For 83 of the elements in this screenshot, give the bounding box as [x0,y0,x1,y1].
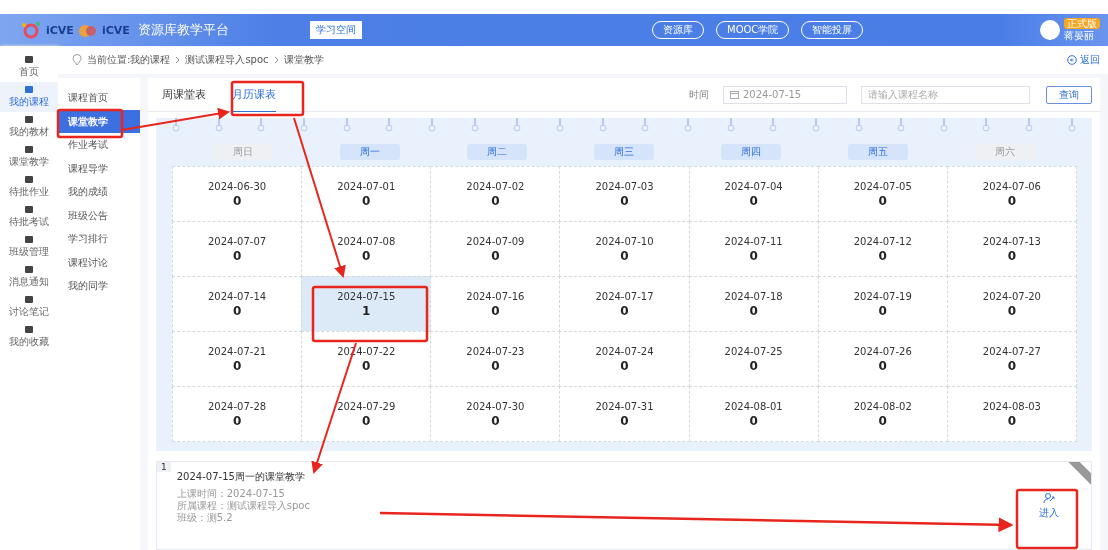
ring-icon [342,118,351,132]
highlight-box [56,108,124,139]
ring-icon [811,118,820,132]
sidebar-item[interactable]: 消息通知 [0,262,58,292]
course-menu-item[interactable]: 我的同学 [58,274,140,298]
ring-icon [427,118,436,132]
calendar-day[interactable]: 2024-06-30 0 [172,166,303,222]
ring-icon [982,118,991,132]
lesson-detail: 所属课程：测试课程导入spoc [176,500,310,512]
platform-title: 资源库教学平台 [137,21,229,39]
course-menu-item[interactable]: 学习排行 [58,227,140,251]
enter-button[interactable]: 进入 [1033,490,1065,521]
sidebar-item[interactable]: 讨论笔记 [0,292,58,322]
lesson-index: 1 [157,462,171,472]
course-menu-item[interactable]: 课程首页 [58,86,140,110]
time-label: 时间 [689,87,709,102]
ring-icon [726,118,735,132]
lesson-detail: 班级：测5.2 [176,512,234,524]
sidebar-item[interactable]: 待批作业 [0,172,58,202]
weekday-label: 周日 [213,144,274,160]
ring-icon [641,118,650,132]
lesson-title: 2024-07-15周一的课堂教学 [176,470,306,484]
ring-icon [299,118,308,132]
sidebar-item[interactable]: 课堂教学 [0,142,58,172]
calendar-day[interactable]: 2024-07-06 0 [946,166,1077,222]
ring-icon [769,118,778,132]
sidebar-item[interactable]: 待批考试 [0,202,58,232]
location-icon [72,54,82,66]
tab[interactable]: 月历课表 [232,77,276,112]
logo-icon [77,22,98,38]
ring-icon [1067,118,1076,132]
sidebar-item[interactable]: 我的课程 [0,82,58,112]
avatar[interactable] [1040,20,1060,40]
logo-icon [20,21,42,39]
calendar-day[interactable]: 2024-07-15 1 [301,276,432,332]
ring-icon [214,118,223,132]
ring-icon [598,118,607,132]
ring-icon [683,118,692,132]
calendar-day[interactable]: 2024-08-03 0 [946,386,1077,442]
ring-icon [555,118,564,132]
course-menu-item[interactable]: 我的成绩 [58,180,140,204]
ring-icon [385,118,394,132]
ring-icon [172,118,180,132]
weekday-label: 周五 [847,144,908,160]
sidebar-item[interactable]: 我的收藏 [0,322,58,352]
sidebar-item[interactable]: 班级管理 [0,232,58,262]
weekday-label: 周一 [340,144,401,160]
ring-icon [939,118,948,132]
tab[interactable]: 周课堂表 [162,78,206,111]
ring-icon [854,118,863,132]
weekday-label: 周三 [594,144,654,160]
brand-text: iCVE [46,23,74,37]
course-name-field[interactable]: 请输入课程名称 [861,85,1030,104]
breadcrumb-item[interactable]: 课堂教学 [283,53,324,67]
version-badge: 正式版 [1064,18,1100,29]
person-icon [1043,491,1055,504]
ring-icon [1025,118,1034,132]
weekday-label: 周二 [467,144,528,160]
calendar-day[interactable]: 2024-07-28 0 [172,386,303,442]
weekday-label: 周六 [974,144,1035,160]
course-menu-item[interactable]: 课程导学 [58,156,140,180]
ring-icon [257,118,266,132]
ring-icon [513,118,522,132]
back-icon[interactable] [1067,55,1077,65]
chevron-icon [273,56,279,64]
study-space-button[interactable]: 学习空间 [310,21,362,39]
ring-icon [897,118,906,132]
sidebar-item[interactable]: 首页 [0,52,58,82]
brand-text: iCVE [101,23,130,37]
ring-icon [470,118,479,132]
course-menu-item[interactable]: 班级公告 [58,203,140,227]
sidebar-item[interactable]: 我的教材 [0,112,58,142]
weekday-label: 周四 [720,144,781,160]
query-button[interactable]: 查询 [1046,85,1092,104]
back-link[interactable]: 返回 [1080,53,1100,67]
highlight-box [1015,488,1079,550]
chevron-icon [175,56,181,64]
course-menu-item[interactable]: 课程讨论 [58,250,140,274]
lesson-detail: 上课时间：2024-07-15 [176,488,286,500]
breadcrumb-item[interactable]: 测试课程导入spoc [185,53,269,67]
calendar-icon [730,90,739,99]
course-menu-item[interactable]: 作业考试 [58,133,140,157]
breadcrumb-label: 当前位置:我的课程 [87,53,171,67]
